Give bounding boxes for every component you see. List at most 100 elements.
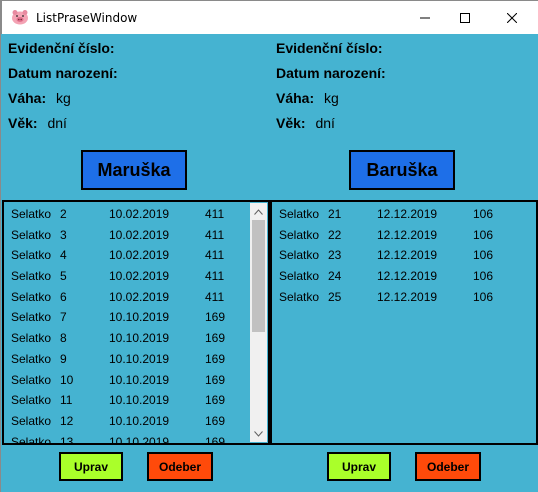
piglet-weight: 106 [473,289,494,304]
maximize-icon [460,12,470,23]
piglet-weight: 106 [473,269,494,284]
weight-unit: kg [324,90,339,106]
remove-button-left[interactable]: Odeber [147,452,213,481]
piglet-name: Selatko [11,372,52,387]
remove-button-right[interactable]: Odeber [415,452,481,481]
piglet-weight: 106 [473,227,494,242]
piglet-name: Selatko [11,269,52,284]
weight-label: Váha: [8,90,47,106]
piglet-date: 10.10.2019 [109,310,170,325]
weight-row: Váha: kg [8,90,71,106]
piglet-number: 5 [60,269,67,284]
edit-button-left[interactable]: Uprav [59,452,123,481]
piglet-name: Selatko [11,331,52,346]
piglet-name: Selatko [279,289,320,304]
id-label: Evidenční číslo: [8,40,115,56]
piglet-number: 22 [328,227,342,242]
piglet-number: 11 [60,393,73,408]
birth-label: Datum narození: [8,65,118,81]
piglet-name: Selatko [11,289,52,304]
piglet-weight: 411 [205,289,225,304]
piglet-date: 12.12.2019 [377,248,438,263]
scroll-up-button[interactable] [250,203,267,220]
piglet-weight: 169 [205,351,226,366]
client-area: Evidenční číslo: Datum narození: Váha: k… [1,34,538,492]
piglet-name: Selatko [279,207,320,221]
maximize-button[interactable] [442,1,488,34]
age-row: Věk: dní [276,115,335,131]
piglet-date: 10.10.2019 [109,413,170,428]
minimize-icon [420,17,430,18]
weight-row: Váha: kg [276,90,339,106]
piglet-name: Selatko [11,310,52,325]
age-label: Věk: [276,115,306,131]
piglet-weight: 169 [205,372,226,387]
piglet-date: 10.10.2019 [109,372,170,387]
piglet-name: Selatko [11,207,52,221]
piglet-number: 25 [328,289,342,304]
chevron-down-icon [254,430,263,437]
age-label: Věk: [8,115,38,131]
piglet-weight: 169 [205,310,226,325]
piglet-number: 8 [60,331,67,346]
close-button[interactable] [489,1,535,34]
piglet-weight: 169 [205,413,226,428]
piglet-weight: 169 [205,393,226,408]
piglet-number: 6 [60,289,67,304]
piglet-number: 10 [60,372,74,387]
piglet-date: 12.12.2019 [377,207,438,221]
edit-button-right[interactable]: Uprav [327,452,391,481]
pig-icon [11,9,29,25]
piglet-weight: 411 [205,248,225,263]
age-unit: dní [315,115,335,131]
piglet-weight: 106 [473,207,494,221]
window-title: ListPraseWindow [36,11,138,25]
piglet-number: 2 [60,207,67,221]
left-piglet-list[interactable]: Selatko 2 10.02.2019 411 Selatko 3 10.02.2019 4… [2,200,270,445]
piglet-weight: 169 [205,331,226,346]
title-bar[interactable]: ListPraseWindow [1,0,538,34]
piglet-name: Selatko [11,351,52,366]
baruska-button[interactable]: Baruška [349,150,455,190]
piglet-number: 24 [328,269,342,284]
piglet-name: Selatko [11,434,52,445]
maruska-button[interactable]: Maruška [81,150,187,190]
piglet-date: 12.12.2019 [377,289,438,304]
piglet-date: 10.02.2019 [109,289,170,304]
piglet-weight: 411 [205,207,225,221]
piglet-date: 12.12.2019 [377,269,438,284]
main-window: ListPraseWindow Evidenční číslo: Datum n… [0,0,538,492]
vertical-scrollbar[interactable] [250,203,267,442]
chevron-up-icon [254,208,263,215]
close-icon [507,12,517,23]
piglet-number: 3 [60,227,67,242]
piglet-weight: 169 [205,434,226,445]
weight-label: Váha: [276,90,315,106]
piglet-date: 10.10.2019 [109,434,170,445]
piglet-name: Selatko [279,269,320,284]
birth-row: Datum narození: [276,65,392,81]
birth-label: Datum narození: [276,65,386,81]
id-row: Evidenční číslo: [8,40,121,56]
age-row: Věk: dní [8,115,67,131]
piglet-date: 10.10.2019 [109,393,170,408]
piglet-number: 9 [60,351,67,366]
id-row: Evidenční číslo: [276,40,389,56]
age-unit: dní [47,115,67,131]
piglet-number: 7 [60,310,67,325]
scrollbar-thumb[interactable] [252,220,265,332]
piglet-date: 10.10.2019 [109,331,170,346]
piglet-name: Selatko [11,413,52,428]
piglet-date: 10.02.2019 [109,269,170,284]
piglet-number: 12 [60,413,74,428]
scroll-down-button[interactable] [250,425,267,442]
piglet-name: Selatko [279,248,320,263]
piglet-weight: 106 [473,248,494,263]
piglet-date: 10.02.2019 [109,227,170,242]
right-piglet-list[interactable]: Selatko 21 12.12.2019 106 Selatko 22 12.12.201… [270,200,538,445]
piglet-weight: 411 [205,227,225,242]
piglet-number: 21 [328,207,342,221]
piglet-number: 13 [60,434,74,445]
piglet-name: Selatko [279,227,320,242]
id-label: Evidenční číslo: [276,40,383,56]
